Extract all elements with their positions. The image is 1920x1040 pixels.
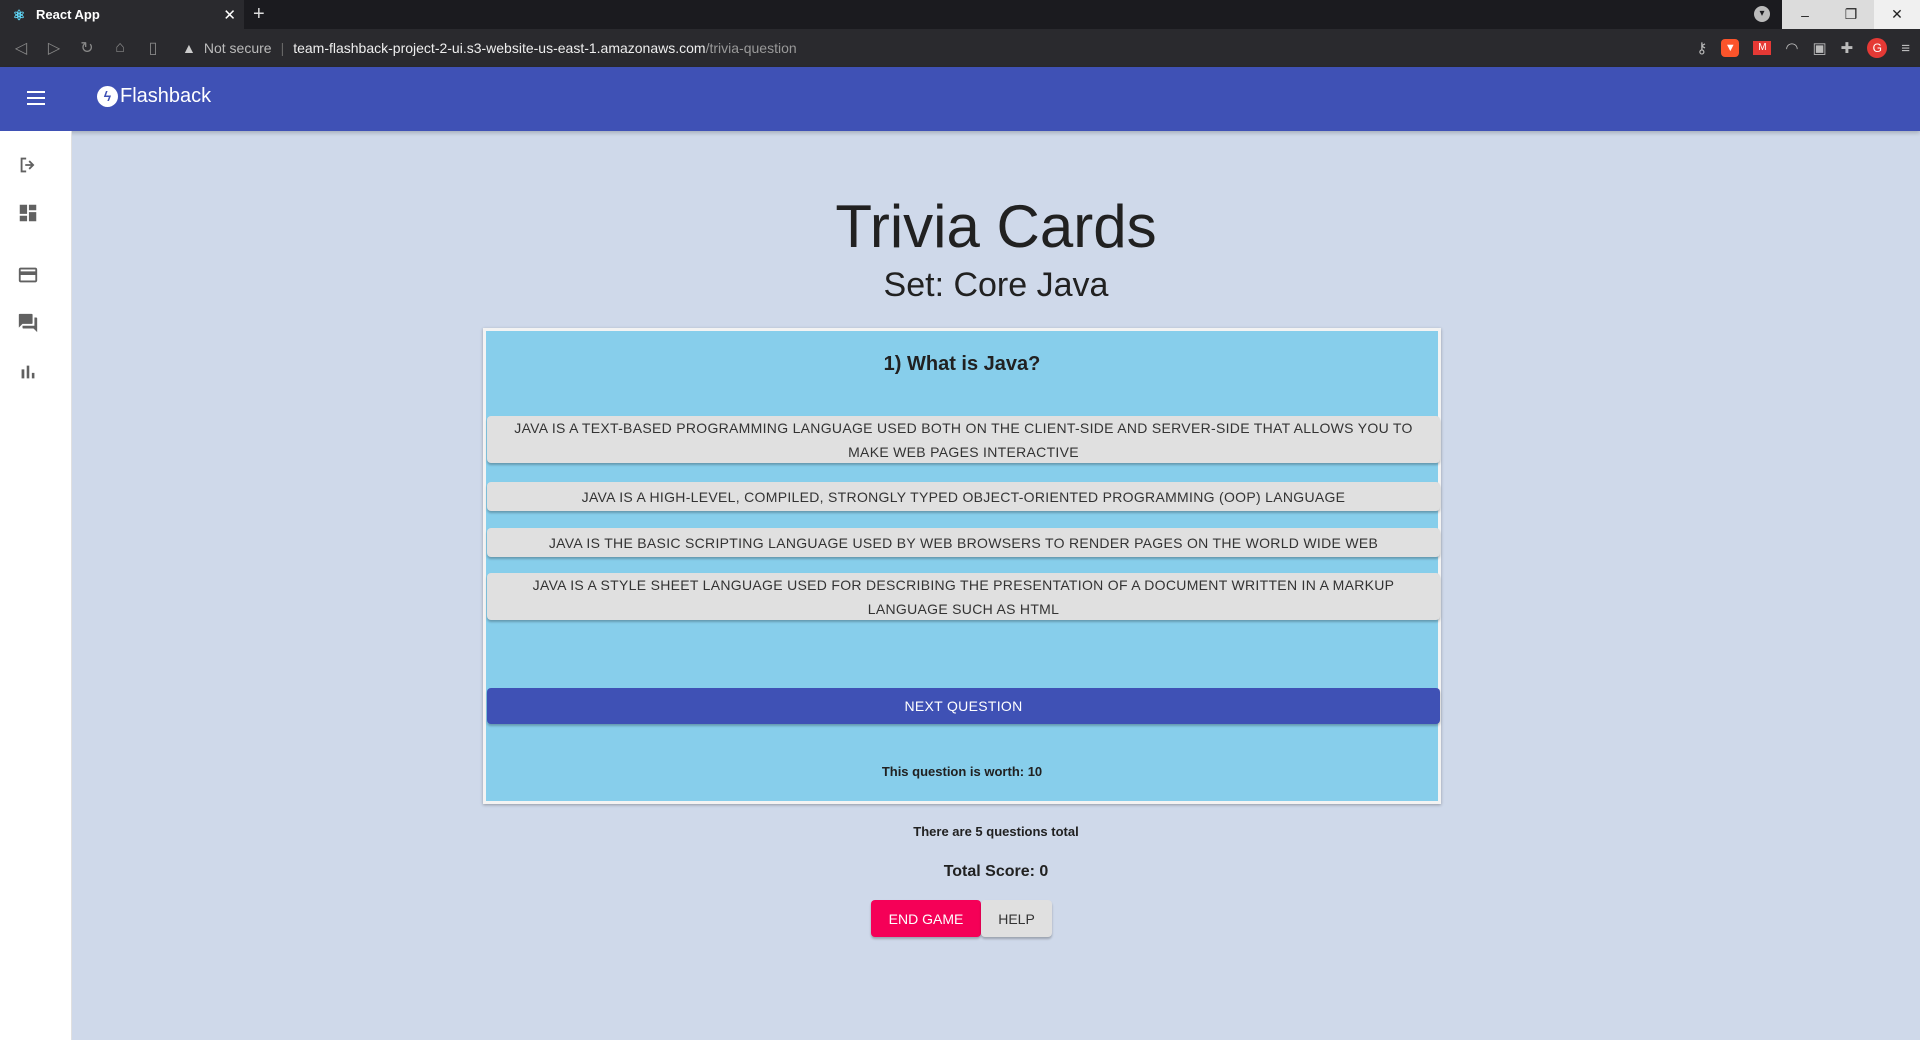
sidebar	[0, 131, 72, 1040]
logout-icon[interactable]	[16, 153, 40, 177]
minimize-icon[interactable]: –	[1782, 0, 1828, 29]
url-separator: |	[280, 40, 285, 56]
question-worth: This question is worth: 10	[881, 764, 1043, 779]
answer-button-1[interactable]: JAVA IS A TEXT-BASED PROGRAMMING LANGUAG…	[487, 416, 1440, 463]
question-text: 1) What is Java?	[883, 353, 1041, 375]
tab-title: React App	[36, 7, 100, 22]
gmail-icon[interactable]: M	[1753, 41, 1772, 55]
home-icon[interactable]: ⌂	[111, 39, 129, 57]
react-favicon-icon: ⚛	[12, 6, 26, 23]
brand-label: Flashback	[120, 85, 212, 107]
window-close-icon[interactable]: ✕	[1874, 0, 1920, 29]
answer-button-3[interactable]: JAVA IS THE BASIC SCRIPTING LANGUAGE USE…	[487, 528, 1440, 557]
total-questions: There are 5 questions total	[913, 824, 1079, 839]
dashboard-icon[interactable]	[16, 201, 40, 225]
browser-tab-bar: ⚛ React App ✕ + ▾ – ❐ ✕	[0, 0, 1920, 29]
back-icon[interactable]: ◁	[12, 38, 30, 58]
hamburger-menu-icon[interactable]	[24, 87, 48, 111]
end-game-button[interactable]: END GAME	[871, 900, 981, 937]
page-title: Trivia Cards	[835, 193, 1157, 260]
warning-icon: ▲	[182, 40, 196, 56]
tab-search-icon[interactable]: ▾	[1754, 6, 1770, 22]
extensions-bar: ⚷ ▼ M ◠ ▣ ✚ G ≡	[1696, 29, 1910, 67]
restore-icon[interactable]: ❐	[1828, 0, 1874, 29]
set-subtitle: Set: Core Java	[883, 266, 1109, 304]
browser-menu-icon[interactable]: ≡	[1901, 40, 1910, 57]
trivia-card: 1) What is Java? JAVA IS A TEXT-BASED PR…	[483, 328, 1441, 804]
answer-button-2[interactable]: JAVA IS A HIGH-LEVEL, COMPILED, STRONGLY…	[487, 482, 1440, 511]
extension-window-icon[interactable]: ▣	[1812, 39, 1826, 57]
profile-avatar-icon[interactable]: G	[1867, 38, 1888, 58]
nav-controls: ◁ ▷ ↻ ⌂ ▯	[12, 29, 162, 67]
next-question-button[interactable]: NEXT QUESTION	[487, 688, 1440, 724]
tab-close-icon[interactable]: ✕	[223, 6, 236, 24]
security-label: Not secure	[203, 40, 272, 56]
url-path: /trivia-question	[705, 40, 797, 56]
app-bar: ϟ Flashback	[0, 67, 1920, 131]
window-controls: – ❐ ✕	[1782, 0, 1920, 29]
extension-arc-icon[interactable]: ◠	[1785, 39, 1798, 57]
browser-tab[interactable]: ⚛ React App ✕	[0, 0, 244, 29]
brand[interactable]: ϟ Flashback	[97, 85, 211, 108]
help-button[interactable]: HELP	[981, 900, 1052, 937]
new-tab-icon[interactable]: +	[253, 3, 265, 26]
address-bar: ◁ ▷ ↻ ⌂ ▯ ▲ Not secure | team-flashback-…	[0, 29, 1920, 67]
bar-chart-icon[interactable]	[16, 360, 40, 384]
brave-shield-icon[interactable]: ▼	[1721, 39, 1740, 57]
card-icon[interactable]	[16, 263, 40, 287]
forward-icon[interactable]: ▷	[45, 38, 63, 58]
answer-button-4[interactable]: JAVA IS A STYLE SHEET LANGUAGE USED FOR …	[487, 573, 1440, 620]
puzzle-icon[interactable]: ✚	[1841, 39, 1854, 57]
url-field[interactable]: ▲ Not secure | team-flashback-project-2-…	[182, 29, 797, 67]
key-icon[interactable]: ⚷	[1696, 39, 1707, 57]
reload-icon[interactable]: ↻	[78, 38, 96, 58]
flash-icon: ϟ	[97, 86, 118, 107]
total-score: Total Score: 0	[943, 863, 1049, 880]
url-host: team-flashback-project-2-ui.s3-website-u…	[293, 40, 706, 56]
forum-icon[interactable]	[16, 311, 40, 335]
bookmark-icon[interactable]: ▯	[144, 38, 162, 58]
